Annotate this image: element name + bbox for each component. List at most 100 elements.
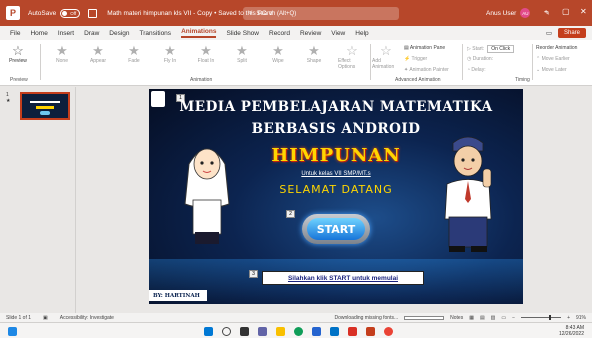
teams-icon[interactable] (258, 327, 267, 336)
credit-text: BY: HARTINAH (149, 290, 207, 301)
animation-label: Fade (128, 58, 140, 64)
system-tray[interactable]: 8:43 AM 12/26/2022 (559, 325, 584, 337)
powerpoint-taskbar-icon[interactable] (366, 327, 375, 336)
reorder-title: Reorder Animation (536, 45, 578, 51)
animation-shape[interactable]: ★ Shape (300, 44, 328, 65)
slide-thumbnail[interactable] (20, 92, 70, 120)
tab-view[interactable]: View (331, 30, 345, 37)
animation-appear[interactable]: ★ Appear (84, 44, 112, 65)
animation-none[interactable]: ★ None (48, 43, 76, 65)
start-menu-icon[interactable] (204, 327, 213, 336)
tab-draw[interactable]: Draw (84, 30, 99, 37)
trigger-icon: ⚡ (404, 56, 412, 62)
move-later-button[interactable]: ⌄ Move Later (536, 67, 567, 73)
animation-pane-button[interactable]: ▤ Animation Pane (404, 45, 445, 51)
widgets-icon[interactable] (8, 327, 17, 336)
trigger-label: Trigger (411, 56, 428, 62)
delay-field[interactable]: ◔ Delay: (467, 67, 486, 73)
tab-slide-show[interactable]: Slide Show (226, 30, 259, 37)
search-box[interactable]: ⌕ Search (Alt+Q) (243, 7, 399, 20)
animation-fly-in[interactable]: ★ Fly In (156, 43, 184, 65)
add-animation-label: Add Animation (372, 58, 395, 70)
slide-count: Slide 1 of 1 (6, 314, 32, 321)
animation-tag[interactable]: 3 (249, 270, 258, 278)
thumbnail-number: 1 ★ (6, 92, 10, 104)
effect-options-button[interactable]: ☆ Effect Options (338, 43, 366, 71)
add-animation-button[interactable]: ☆ Add Animation (372, 44, 400, 71)
effect-options-icon: ☆ (346, 43, 358, 58)
autosave-label: AutoSave (28, 9, 57, 17)
tab-review[interactable]: Review (300, 30, 321, 37)
none-star-icon: ★ (56, 43, 68, 58)
store-icon[interactable] (312, 327, 321, 336)
tab-design[interactable]: Design (109, 30, 129, 37)
fade-star-icon: ★ (128, 43, 140, 58)
trigger-button[interactable]: ⚡ Trigger (404, 56, 427, 62)
preview-group-label: Preview (10, 77, 28, 83)
search-placeholder: Search (Alt+Q) (256, 10, 297, 17)
animation-fade[interactable]: ★ Fade (120, 43, 148, 65)
search-taskbar-icon[interactable] (222, 327, 231, 336)
zoom-in-icon[interactable]: + (567, 315, 570, 321)
animation-star-icon: ★ (6, 98, 11, 104)
slide-title-line1: MEDIA PEMBELAJARAN MATEMATIKA (179, 99, 493, 115)
tab-file[interactable]: File (10, 30, 20, 37)
close-button[interactable]: ✕ (580, 7, 587, 16)
save-icon[interactable] (88, 8, 98, 18)
spellcheck-icon[interactable]: ▣ (43, 315, 48, 321)
comments-icon[interactable]: ▭ (546, 29, 552, 37)
fly-in-star-icon: ★ (164, 43, 176, 58)
preview-star-icon: ☆ (12, 43, 24, 58)
start-dropdown[interactable]: On Click (487, 45, 515, 53)
move-earlier-label: Move Earlier (541, 56, 570, 62)
zoom-level[interactable]: 91% (576, 315, 586, 321)
float-in-star-icon: ★ (200, 43, 212, 58)
share-button[interactable]: Share (557, 28, 586, 38)
animation-label: Split (237, 58, 247, 64)
divider (370, 44, 371, 80)
task-view-icon[interactable] (240, 327, 249, 336)
slide[interactable]: 1 MEDIA PEMBELAJARAN MATEMATIKA BERBASIS… (149, 89, 523, 304)
tab-transitions[interactable]: Transitions (140, 30, 172, 37)
download-status: Downloading missing fonts... (334, 314, 399, 321)
tab-insert[interactable]: Insert (58, 30, 74, 37)
zoom-out-icon[interactable]: − (512, 315, 515, 321)
animation-pane-label: Animation Pane (409, 45, 446, 51)
normal-view-icon[interactable]: ▦ (469, 315, 474, 321)
start-button[interactable]: START (302, 214, 370, 244)
animation-label: Shape (306, 58, 322, 64)
slide-sorter-icon[interactable]: ▤ (480, 315, 485, 321)
animation-tag[interactable]: 2 (286, 210, 295, 218)
file-explorer-icon[interactable] (276, 327, 285, 336)
maximize-button[interactable]: ▢ (562, 7, 570, 16)
tab-home[interactable]: Home (30, 30, 47, 37)
animation-float-in[interactable]: ★ Float In (192, 43, 220, 65)
minimize-button[interactable]: – (544, 7, 548, 16)
zoom-slider[interactable] (521, 315, 562, 320)
divider (40, 44, 41, 80)
move-earlier-button[interactable]: ⌃ Move Earlier (536, 56, 570, 62)
user-account[interactable]: Anus User AU ✎ (486, 8, 550, 18)
preview-button[interactable]: ☆ Preview (4, 43, 32, 65)
reading-view-icon[interactable]: ▥ (491, 315, 496, 321)
notes-button[interactable]: Notes (450, 315, 463, 321)
effect-options-label: Effect Options (338, 58, 356, 70)
autosave-toggle[interactable]: Off (60, 8, 81, 18)
tab-record[interactable]: Record (269, 30, 290, 37)
word-icon[interactable] (330, 327, 339, 336)
tab-animations[interactable]: Animations (181, 28, 217, 38)
thumbnail-start-button (40, 111, 50, 115)
edge-browser-icon[interactable] (294, 327, 303, 336)
tab-help[interactable]: Help (355, 30, 368, 37)
slideshow-icon[interactable]: ▭ (501, 315, 506, 321)
animation-painter-button[interactable]: ✦ Animation Painter (404, 67, 449, 73)
duration-field[interactable]: ◷ Duration: (467, 56, 493, 62)
mail-icon[interactable] (348, 327, 357, 336)
divider (462, 44, 463, 80)
animation-split[interactable]: ★ Split (228, 44, 256, 65)
avatar: AU (520, 8, 531, 18)
chrome-icon[interactable] (384, 327, 393, 336)
accessibility-status[interactable]: Accessibility: Investigate (60, 315, 114, 321)
start-field[interactable]: ▷ Start: On Click (467, 45, 515, 53)
animation-wipe[interactable]: ★ Wipe (264, 44, 292, 65)
